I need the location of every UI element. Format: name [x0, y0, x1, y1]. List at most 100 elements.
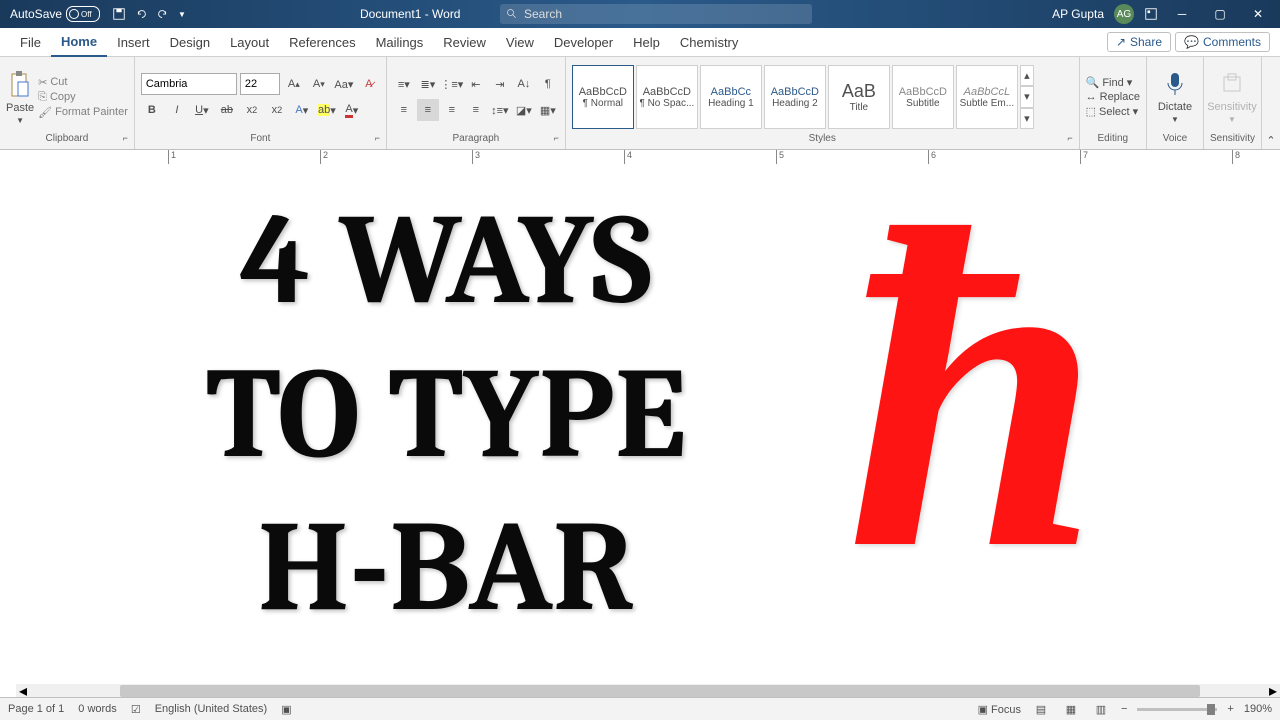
styles-launcher-icon[interactable]: ⌐: [1067, 133, 1072, 143]
status-language[interactable]: English (United States): [155, 703, 268, 715]
menu-layout[interactable]: Layout: [220, 28, 279, 56]
save-icon[interactable]: [112, 7, 126, 21]
format-painter-button[interactable]: 🖌 Format Painter: [38, 106, 128, 119]
paragraph-launcher-icon[interactable]: ⌐: [554, 133, 559, 143]
menu-mailings[interactable]: Mailings: [366, 28, 434, 56]
autosave[interactable]: AutoSave Off: [10, 6, 100, 22]
status-page[interactable]: Page 1 of 1: [8, 703, 64, 715]
font-name-input[interactable]: [141, 73, 237, 95]
clear-format-button[interactable]: A̷: [358, 73, 380, 95]
align-left-button[interactable]: ≡: [393, 99, 415, 121]
bullets-button[interactable]: ≡▾: [393, 73, 415, 95]
numbering-button[interactable]: ≣▾: [417, 73, 439, 95]
zoom-in-button[interactable]: +: [1227, 703, 1233, 715]
qat-dropdown-icon[interactable]: ▼: [178, 10, 186, 19]
status-macro-icon[interactable]: ▣: [281, 703, 291, 716]
app-icon[interactable]: [1144, 7, 1158, 21]
hbar-symbol[interactable]: ħ: [846, 194, 1102, 585]
focus-mode-button[interactable]: ▣ Focus: [978, 703, 1021, 716]
status-words[interactable]: 0 words: [78, 703, 117, 715]
comments-button[interactable]: 💬 Comments: [1175, 32, 1270, 52]
menu-design[interactable]: Design: [160, 28, 220, 56]
text-effects-button[interactable]: A▾: [291, 99, 313, 121]
menu-references[interactable]: References: [279, 28, 365, 56]
undo-icon[interactable]: [134, 7, 148, 21]
replace-button[interactable]: ↔ Replace: [1086, 91, 1140, 103]
style-normal[interactable]: AaBbCcD¶ Normal: [572, 65, 634, 129]
menu-developer[interactable]: Developer: [544, 28, 623, 56]
collapse-ribbon-icon[interactable]: ⌃: [1266, 134, 1275, 147]
shading-button[interactable]: ◪▾: [513, 99, 535, 121]
styles-gallery[interactable]: AaBbCcD¶ Normal AaBbCcD¶ No Spac... AaBb…: [572, 65, 1034, 129]
status-spellcheck-icon[interactable]: ☑: [131, 703, 141, 716]
minimize-button[interactable]: ─: [1168, 0, 1196, 28]
multilevel-button[interactable]: ⋮≡▾: [441, 73, 463, 95]
styles-down-icon[interactable]: ▾: [1020, 86, 1034, 107]
zoom-out-button[interactable]: −: [1121, 703, 1127, 715]
style-subtle-em[interactable]: AaBbCcLSubtle Em...: [956, 65, 1018, 129]
decrease-indent-button[interactable]: ⇤: [465, 73, 487, 95]
align-right-button[interactable]: ≡: [441, 99, 463, 121]
document-heading[interactable]: 4 WAYS TO TYPE H-BAR: [86, 184, 806, 645]
autosave-toggle[interactable]: Off: [66, 6, 100, 22]
styles-up-icon[interactable]: ▴: [1020, 65, 1034, 86]
change-case-button[interactable]: Aa▾: [333, 73, 355, 95]
increase-indent-button[interactable]: ⇥: [489, 73, 511, 95]
italic-button[interactable]: I: [166, 99, 188, 121]
dictate-button[interactable]: Dictate▼: [1153, 71, 1197, 124]
underline-button[interactable]: U▾: [191, 99, 213, 121]
show-marks-button[interactable]: ¶: [537, 73, 559, 95]
horizontal-scrollbar[interactable]: ◂ ▸: [16, 684, 1280, 698]
style-heading1[interactable]: AaBbCcHeading 1: [700, 65, 762, 129]
scroll-thumb[interactable]: [120, 685, 1200, 697]
style-nospacing[interactable]: AaBbCcD¶ No Spac...: [636, 65, 698, 129]
styles-more-icon[interactable]: ▾: [1020, 108, 1034, 129]
menu-home[interactable]: Home: [51, 27, 107, 57]
clipboard-label: Clipboard: [46, 133, 89, 144]
justify-button[interactable]: ≡: [465, 99, 487, 121]
zoom-slider[interactable]: [1137, 708, 1217, 711]
line-spacing-button[interactable]: ↕≡▾: [489, 99, 511, 121]
menu-review[interactable]: Review: [433, 28, 496, 56]
style-title[interactable]: AaBTitle: [828, 65, 890, 129]
font-size-input[interactable]: [240, 73, 280, 95]
copy-button[interactable]: ⎘ Copy: [38, 91, 128, 104]
redo-icon[interactable]: [156, 7, 170, 21]
cut-button[interactable]: ✂ Cut: [38, 76, 128, 89]
search-box[interactable]: Search: [500, 4, 812, 24]
borders-button[interactable]: ▦▾: [537, 99, 559, 121]
print-layout-icon[interactable]: ▦: [1061, 701, 1081, 717]
subscript-button[interactable]: x2: [241, 99, 263, 121]
style-subtitle[interactable]: AaBbCcDSubtitle: [892, 65, 954, 129]
select-button[interactable]: ⬚ Select ▾: [1086, 105, 1140, 118]
document-area[interactable]: 4 WAYS TO TYPE H-BAR ħ: [16, 164, 1280, 698]
find-button[interactable]: 🔍 Find ▾: [1086, 76, 1140, 89]
superscript-button[interactable]: x2: [266, 99, 288, 121]
sensitivity-button[interactable]: Sensitivity▼: [1210, 71, 1254, 124]
style-heading2[interactable]: AaBbCcDHeading 2: [764, 65, 826, 129]
font-launcher-icon[interactable]: ⌐: [375, 133, 380, 143]
menu-insert[interactable]: Insert: [107, 28, 160, 56]
font-color-button[interactable]: A▾: [341, 99, 363, 121]
read-mode-icon[interactable]: ▤: [1031, 701, 1051, 717]
shrink-font-button[interactable]: A▾: [308, 73, 330, 95]
zoom-level[interactable]: 190%: [1244, 703, 1272, 715]
maximize-button[interactable]: ▢: [1206, 0, 1234, 28]
share-button[interactable]: ↗ Share: [1107, 32, 1171, 52]
web-layout-icon[interactable]: ▥: [1091, 701, 1111, 717]
align-center-button[interactable]: ≡: [417, 99, 439, 121]
close-button[interactable]: ✕: [1244, 0, 1272, 28]
vertical-ruler[interactable]: [0, 164, 17, 698]
sort-button[interactable]: A↓: [513, 73, 535, 95]
bold-button[interactable]: B: [141, 99, 163, 121]
strike-button[interactable]: ab: [216, 99, 238, 121]
menu-view[interactable]: View: [496, 28, 544, 56]
menu-chemistry[interactable]: Chemistry: [670, 28, 749, 56]
clipboard-launcher-icon[interactable]: ⌐: [123, 133, 128, 143]
grow-font-button[interactable]: A▴: [283, 73, 305, 95]
user-avatar[interactable]: AG: [1114, 4, 1134, 24]
menu-file[interactable]: File: [10, 28, 51, 56]
menu-help[interactable]: Help: [623, 28, 670, 56]
highlight-button[interactable]: ab▾: [316, 99, 338, 121]
paste-button[interactable]: Paste ▼: [6, 70, 34, 125]
